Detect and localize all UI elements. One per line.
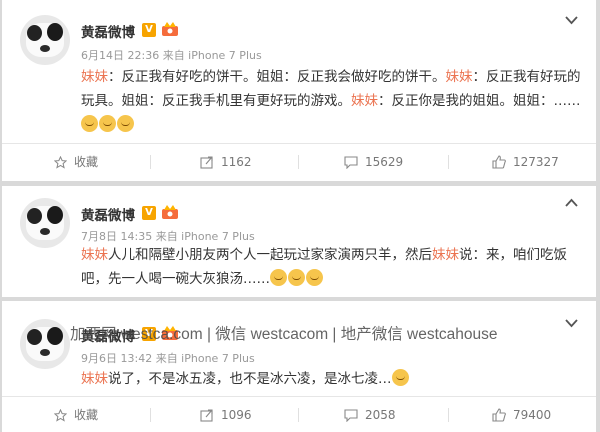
chevron-down-icon[interactable] — [565, 317, 578, 331]
like-button[interactable]: 127327 — [492, 145, 559, 179]
comment-button[interactable]: 2058 — [344, 398, 396, 432]
post-meta: 9月6日 13:42 来自 iPhone 7 Plus — [81, 352, 255, 365]
verified-badge-icon: V — [142, 206, 156, 220]
favorite-label: 收藏 — [74, 408, 99, 422]
chevron-up-icon[interactable] — [565, 196, 578, 210]
highlight-text[interactable]: 妹妹 — [81, 247, 108, 263]
author-name[interactable]: 黄磊微博 — [81, 21, 135, 41]
avatar[interactable] — [20, 319, 70, 369]
post-text: 妹妹：反正我有好吃的饼干。姐姐：反正我会做好吃的饼干。妹妹：反正我有好玩的玩具。… — [81, 65, 581, 137]
highlight-text[interactable]: 妹妹 — [81, 69, 108, 85]
like-count: 79400 — [513, 408, 552, 422]
doge-emoji-icon — [99, 115, 116, 132]
like-button[interactable]: 79400 — [492, 398, 551, 432]
highlight-text[interactable]: 妹妹 — [351, 93, 378, 109]
comment-count: 15629 — [365, 155, 404, 169]
comment-button[interactable]: 15629 — [344, 145, 403, 179]
doge-emoji-icon — [81, 115, 98, 132]
star-icon — [54, 155, 67, 169]
doge-emoji-icon — [117, 115, 134, 132]
highlight-text[interactable]: 妹妹 — [446, 69, 473, 85]
favorite-label: 收藏 — [74, 155, 99, 169]
comment-icon — [344, 408, 358, 422]
post-text-segment: 说了，不是冰五凌，也不是冰六凌，是冰七凌… — [108, 371, 392, 387]
author-name[interactable]: 黄磊微博 — [81, 204, 135, 224]
member-crown-icon — [162, 205, 178, 219]
repost-button[interactable]: 1096 — [200, 398, 252, 432]
member-crown-icon — [162, 22, 178, 36]
post-text-segment: ：反正你是我的姐姐。姐姐：…… — [378, 93, 581, 109]
verified-badge-icon: V — [142, 23, 156, 37]
post-text-segment: 人儿和隔壁小朋友两个人一起玩过家家演两只羊，然后 — [108, 247, 432, 263]
star-icon — [54, 408, 67, 422]
highlight-text[interactable]: 妹妹 — [432, 247, 459, 263]
repost-button[interactable]: 1162 — [200, 145, 252, 179]
post-text: 妹妹说了，不是冰五凌，也不是冰六凌，是冰七凌… — [81, 367, 581, 391]
avatar[interactable] — [20, 198, 70, 248]
comment-count: 2058 — [365, 408, 396, 422]
thumbs-up-icon — [492, 408, 506, 422]
chevron-down-icon[interactable] — [565, 14, 578, 28]
favorite-button[interactable]: 收藏 — [54, 398, 98, 432]
weibo-post-1: 黄磊微博 V 6月14日 22:36 来自 iPhone 7 Plus 妹妹：反… — [2, 0, 596, 181]
favorite-button[interactable]: 收藏 — [54, 145, 98, 179]
like-count: 127327 — [513, 155, 559, 169]
watermark-text: 加西网 westca.com | 微信 westcacom | 地产微信 wes… — [70, 326, 498, 343]
repost-count: 1162 — [221, 155, 252, 169]
doge-emoji-icon — [306, 269, 323, 286]
weibo-post-2: 黄磊微博 V 7月8日 14:35 来自 iPhone 7 Plus 妹妹人儿和… — [2, 186, 596, 297]
repost-icon — [200, 155, 213, 169]
post-text-segment: ：反正我有好吃的饼干。姐姐：反正我会做好吃的饼干。 — [108, 69, 446, 85]
avatar[interactable] — [20, 15, 70, 65]
repost-count: 1096 — [221, 408, 252, 422]
doge-emoji-icon — [391, 369, 409, 386]
repost-icon — [200, 408, 213, 422]
thumbs-up-icon — [492, 155, 506, 169]
weibo-post-3: 黄磊微博 V 9月6日 13:42 来自 iPhone 7 Plus 妹妹说了，… — [2, 301, 596, 432]
highlight-text[interactable]: 妹妹 — [81, 371, 108, 387]
post-meta: 6月14日 22:36 来自 iPhone 7 Plus — [81, 49, 262, 62]
post-meta: 7月8日 14:35 来自 iPhone 7 Plus — [81, 230, 255, 243]
doge-emoji-icon — [270, 269, 287, 286]
post-text: 妹妹人儿和隔壁小朋友两个人一起玩过家家演两只羊，然后妹妹说：来，咱们吃饭吧，先一… — [81, 243, 581, 291]
comment-icon — [344, 155, 358, 169]
doge-emoji-icon — [288, 269, 305, 286]
